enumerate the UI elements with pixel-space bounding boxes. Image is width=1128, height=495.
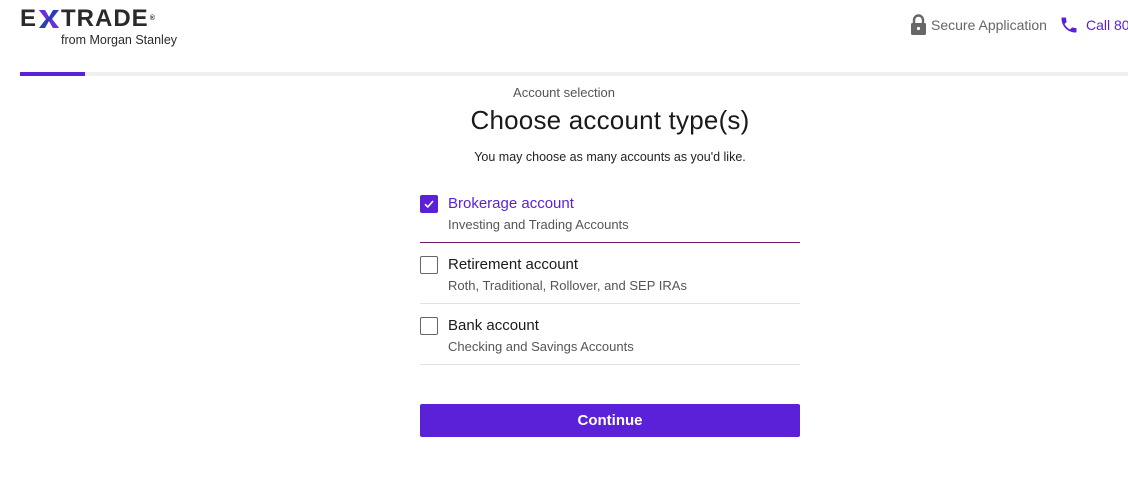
phone-icon — [1061, 17, 1077, 33]
lock-icon — [911, 14, 926, 35]
progress-fill — [20, 72, 86, 76]
secure-application: Secure Application — [910, 14, 1047, 36]
option-brokerage[interactable]: Brokerage account Investing and Trading … — [420, 182, 800, 243]
logo-letter-e: E — [20, 5, 38, 32]
option-title: Retirement account — [448, 256, 579, 273]
logo-wordmark: E TRADE ® — [20, 5, 156, 32]
continue-button[interactable]: Continue — [420, 404, 800, 437]
etrade-logo[interactable]: E TRADE ® from Morgan Stanley — [20, 5, 190, 50]
retirement-checkbox[interactable] — [420, 256, 438, 274]
logo-x-mark-icon — [38, 8, 60, 30]
checkmark-icon — [424, 200, 434, 209]
option-bank[interactable]: Bank account Checking and Savings Accoun… — [420, 304, 800, 365]
page-title: Choose account type(s) — [470, 105, 750, 135]
progress-bar — [20, 72, 1128, 76]
header-actions: Secure Application Call 800 — [910, 13, 1128, 37]
brokerage-checkbox[interactable] — [420, 195, 438, 213]
option-title: Bank account — [448, 317, 539, 334]
account-options: Brokerage account Investing and Trading … — [420, 182, 800, 365]
page: E TRADE ® from Morgan Stanley Secure App… — [0, 0, 1128, 495]
logo-subtitle: from Morgan Stanley — [61, 33, 178, 47]
option-retirement[interactable]: Retirement account Roth, Traditional, Ro… — [420, 243, 800, 304]
secure-application-label: Secure Application — [931, 17, 1047, 33]
option-description: Investing and Trading Accounts — [448, 217, 629, 232]
step-label: Account selection — [513, 85, 615, 100]
option-title: Brokerage account — [448, 195, 574, 212]
logo-letters-trade: TRADE — [61, 5, 149, 32]
option-description: Roth, Traditional, Rollover, and SEP IRA… — [448, 278, 687, 293]
bank-checkbox[interactable] — [420, 317, 438, 335]
call-label: Call 800 — [1085, 17, 1128, 33]
option-description: Checking and Savings Accounts — [448, 339, 634, 354]
call-link[interactable]: Call 800 — [1059, 15, 1128, 35]
logo-registered-mark: ® — [149, 15, 156, 22]
page-subtitle: You may choose as many accounts as you'd… — [474, 150, 746, 164]
